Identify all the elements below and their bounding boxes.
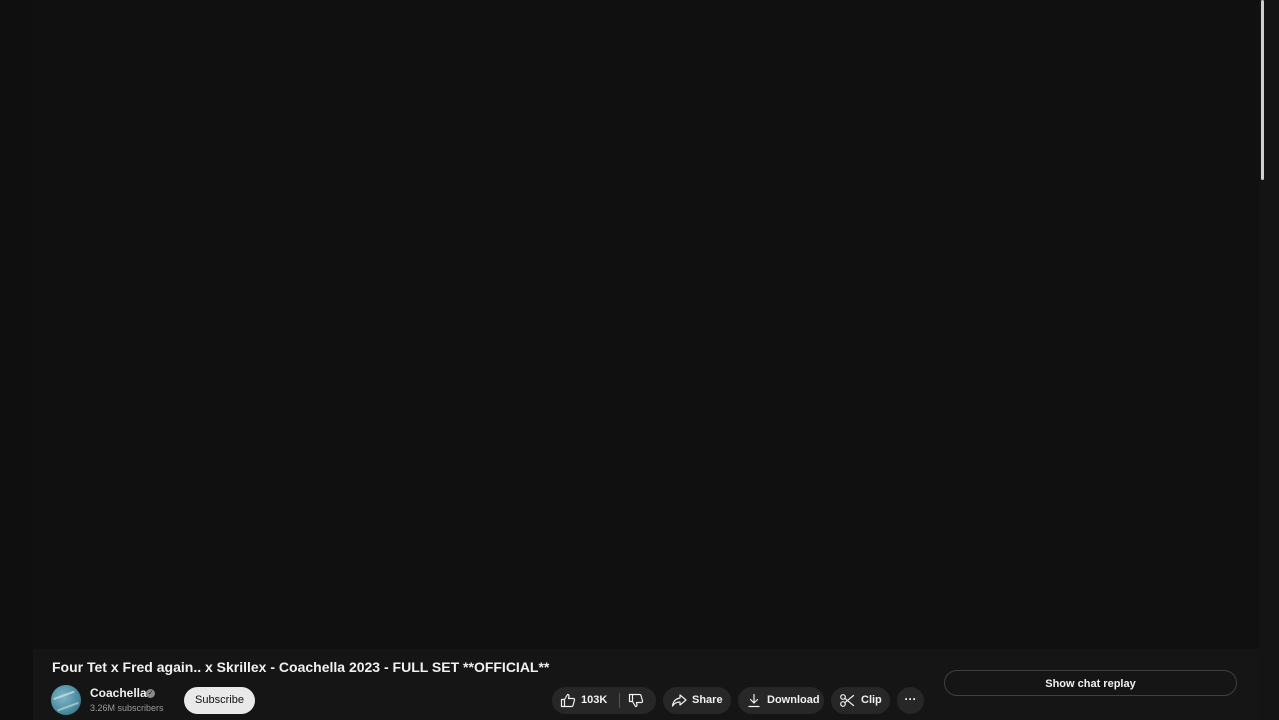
scrollbar-thumb[interactable] — [1261, 0, 1264, 180]
share-arrow-icon — [671, 693, 687, 708]
subscribe-button[interactable]: Subscribe — [184, 687, 255, 714]
more-actions-button[interactable]: ··· — [897, 687, 924, 714]
share-label: Share — [692, 694, 723, 706]
download-label: Download — [767, 694, 820, 706]
channel-avatar[interactable] — [51, 685, 81, 715]
download-icon — [746, 693, 762, 708]
channel-name[interactable]: Coachella — [90, 686, 147, 700]
like-dislike-group: 103K — [552, 687, 656, 714]
clip-label: Clip — [861, 694, 882, 706]
download-button[interactable]: Download — [738, 687, 824, 714]
clip-button[interactable]: Clip — [831, 687, 890, 714]
video-title: Four Tet x Fred again.. x Skrillex - Coa… — [52, 659, 550, 675]
like-button[interactable]: 103K — [552, 687, 618, 714]
watch-page: Four Tet x Fred again.. x Skrillex - Coa… — [0, 0, 1279, 720]
thumbs-up-icon — [560, 693, 576, 708]
video-player[interactable] — [33, 0, 1259, 649]
thumbs-down-icon — [628, 693, 644, 708]
like-count: 103K — [581, 694, 608, 706]
share-button[interactable]: Share — [663, 687, 731, 714]
dislike-button[interactable] — [620, 687, 656, 714]
verified-check-icon: ✓ — [146, 689, 155, 698]
left-gutter — [0, 0, 33, 720]
subscriber-count: 3.26M subscribers — [90, 703, 164, 713]
scissors-icon — [839, 693, 855, 708]
show-chat-replay-button[interactable]: Show chat replay — [944, 670, 1237, 696]
